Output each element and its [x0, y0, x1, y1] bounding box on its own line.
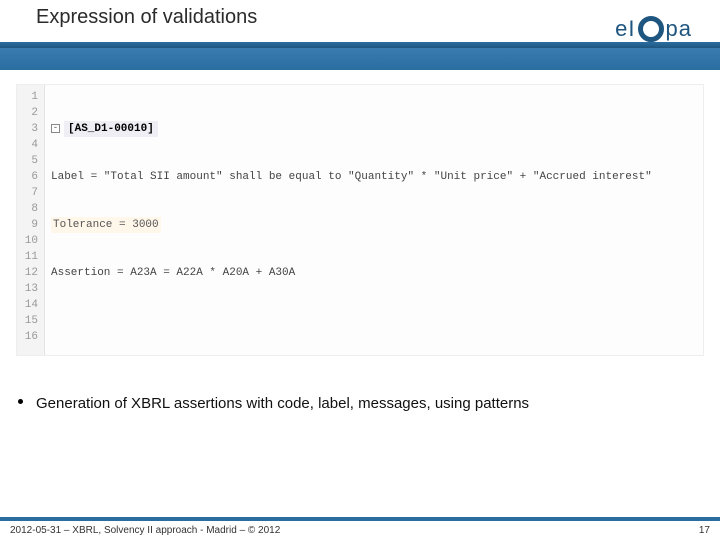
- line-num: 11: [19, 249, 42, 265]
- line-num: 2: [19, 105, 42, 121]
- footer-left: 2012-05-31 – XBRL, Solvency II approach …: [10, 525, 280, 536]
- line-num: 8: [19, 201, 42, 217]
- bullet-dot-icon: [18, 399, 23, 404]
- code-line: Label = "Total SII amount" shall be equa…: [51, 169, 697, 185]
- logo-text-left: eI: [615, 16, 635, 42]
- line-num: 4: [19, 137, 42, 153]
- line-num: 3: [19, 121, 42, 137]
- code-line: Tolerance = 3000: [51, 217, 161, 233]
- code-line: Assertion = A23A = A22A * A20A + A30A: [51, 265, 697, 281]
- logo-text-right: pa: [666, 16, 692, 42]
- bullet-item: Generation of XBRL assertions with code,…: [36, 394, 680, 414]
- line-num: 13: [19, 281, 42, 297]
- line-num: 7: [19, 185, 42, 201]
- line-num: 9: [19, 217, 42, 233]
- line-num: 5: [19, 153, 42, 169]
- line-num: 16: [19, 329, 42, 345]
- page-number: 17: [699, 525, 710, 536]
- line-num: 6: [19, 169, 42, 185]
- code-panel: 1 2 3 4 5 6 7 8 9 10 11 12 13 14 15 16 -…: [16, 84, 704, 356]
- line-number-gutter: 1 2 3 4 5 6 7 8 9 10 11 12 13 14 15 16: [17, 85, 45, 355]
- line-num: 15: [19, 313, 42, 329]
- rule-header: [AS_D1-00010]: [64, 121, 158, 137]
- header-stripe-thick: [0, 48, 720, 70]
- fold-minus-icon[interactable]: -: [51, 124, 60, 133]
- line-num: 1: [19, 89, 42, 105]
- logo-o-icon: [638, 16, 664, 42]
- code-body: -[AS_D1-00010] Label = "Total SII amount…: [45, 85, 703, 355]
- bullet-text: Generation of XBRL assertions with code,…: [36, 394, 680, 414]
- line-num: 12: [19, 265, 42, 281]
- line-num: 14: [19, 297, 42, 313]
- line-num: 10: [19, 233, 42, 249]
- eiopa-logo: eI pa: [615, 16, 692, 42]
- slide-title: Expression of validations: [36, 6, 257, 29]
- slide-footer: 2012-05-31 – XBRL, Solvency II approach …: [0, 517, 720, 540]
